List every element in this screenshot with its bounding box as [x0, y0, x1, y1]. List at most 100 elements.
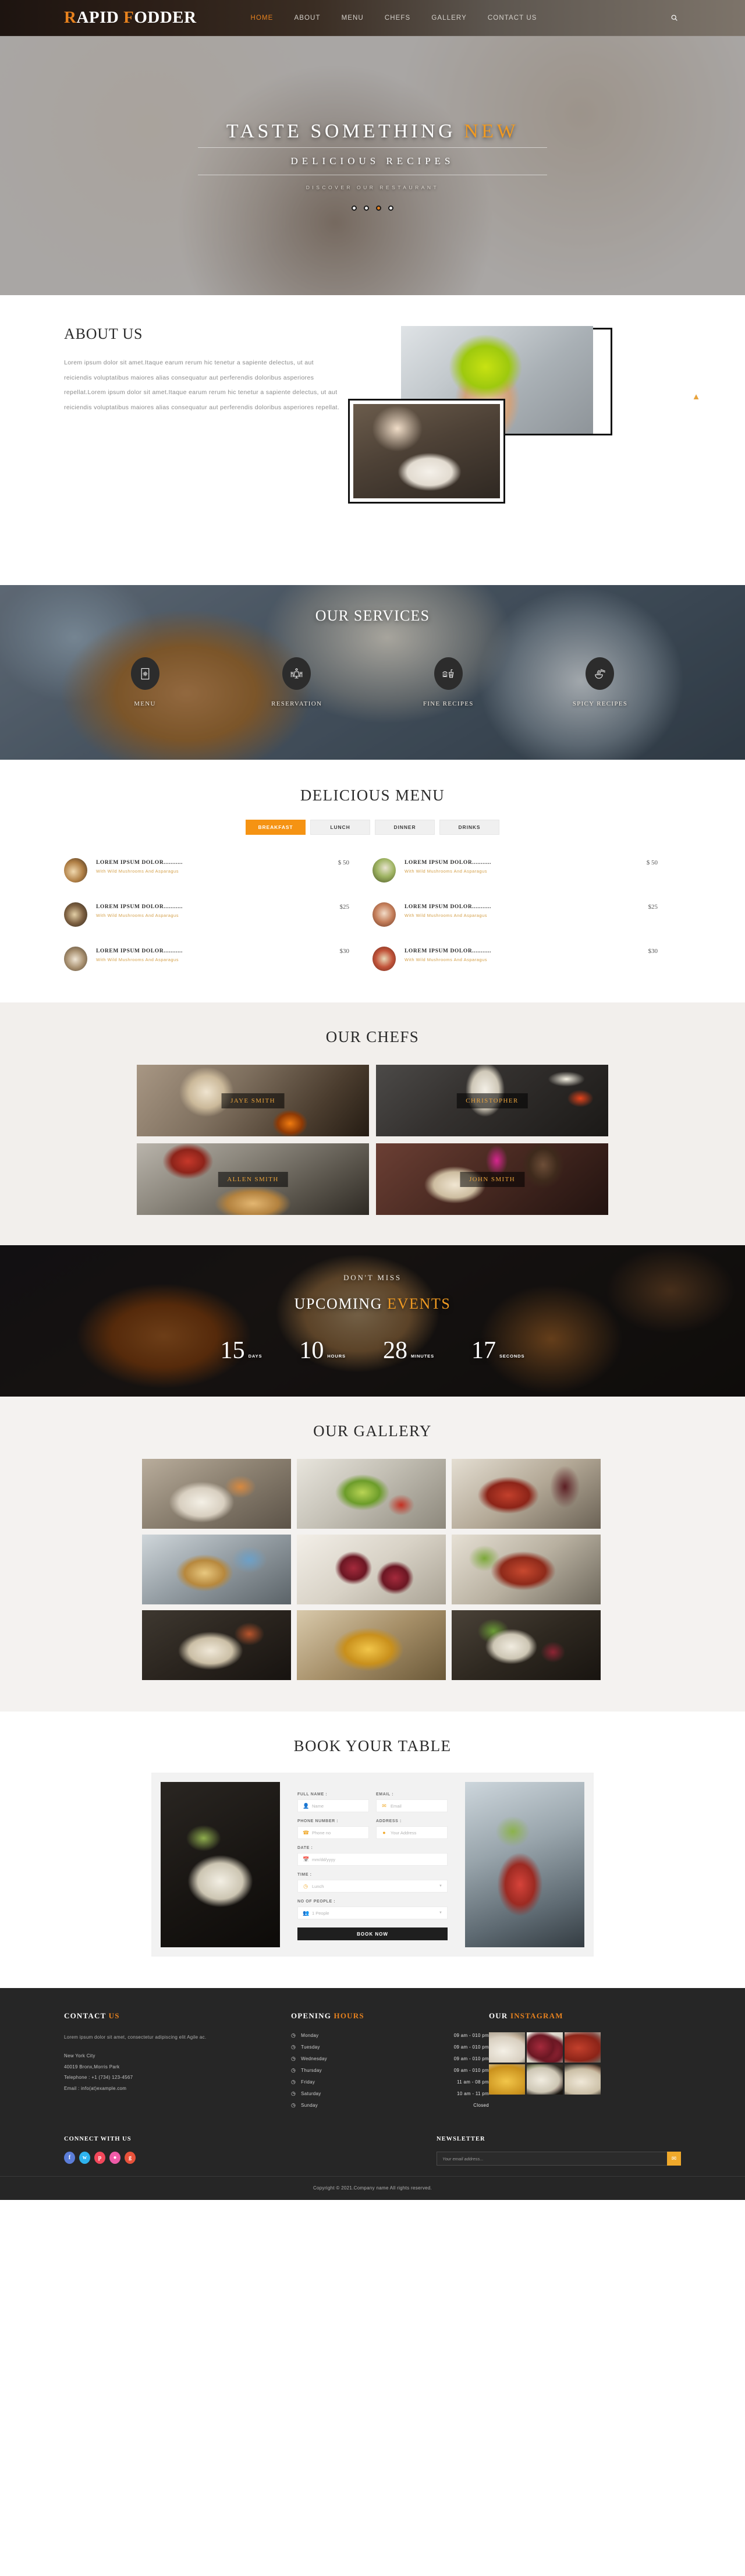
tab-dinner[interactable]: DINNER	[375, 820, 435, 835]
footer-instagram-heading: OUR INSTAGRAM	[489, 2011, 664, 2021]
logo-rapid: APID	[76, 8, 124, 27]
countdown-days: 15 DAYS	[221, 1338, 262, 1363]
label-full-name: FULL NAME :	[297, 1792, 328, 1797]
placeholder-phone-number: Phone no	[312, 1830, 331, 1836]
site-footer: CONTACT US Lorem ipsum dolor sit amet, c…	[0, 1988, 745, 2200]
menu-item[interactable]: LOREM IPSUM DOLOR........... With Wild M…	[64, 858, 372, 883]
value-time: Lunch	[312, 1883, 324, 1889]
nav-item-home[interactable]: HOME	[251, 15, 274, 22]
gallery-item[interactable]	[297, 1610, 446, 1680]
clock-icon: ◷	[291, 2032, 296, 2038]
menu-item-name: LOREM IPSUM DOLOR...........	[96, 948, 183, 954]
instagram-item[interactable]	[489, 2064, 525, 2095]
gallery-item[interactable]	[142, 1535, 291, 1604]
facebook-icon[interactable]: f	[64, 2152, 75, 2164]
hero-dot-3[interactable]	[376, 205, 381, 211]
menu-item[interactable]: LOREM IPSUM DOLOR........... With Wild M…	[64, 947, 372, 971]
dribbble-icon[interactable]: ●	[109, 2152, 120, 2164]
menu-item[interactable]: LOREM IPSUM DOLOR........... With Wild M…	[372, 902, 681, 927]
label-email: EMAIL :	[376, 1792, 394, 1797]
booking-photo-left	[161, 1782, 280, 1947]
instagram-item[interactable]	[489, 2032, 525, 2063]
hours-day: Monday	[301, 2033, 319, 2038]
hours-day: Tuesday	[301, 2044, 320, 2050]
instagram-item[interactable]	[565, 2032, 601, 2063]
gallery-item[interactable]	[297, 1535, 446, 1604]
footer-telephone: Telephone : +1 (734) 123-4567	[64, 2075, 133, 2081]
menu-item[interactable]: LOREM IPSUM DOLOR........... With Wild M…	[372, 947, 681, 971]
service-item-fine-recipes[interactable]: FINE RECIPES	[393, 657, 503, 707]
input-full-name[interactable]: 👤 Name	[297, 1799, 369, 1812]
nav-item-about[interactable]: ABOUT	[294, 15, 320, 22]
hours-row: ◷ Tuesday 09 am - 010 pm	[291, 2044, 489, 2050]
hours-row: ◷ Sunday Closed	[291, 2102, 489, 2109]
hours-time: Closed	[473, 2103, 489, 2108]
nav-item-chefs[interactable]: CHEFS	[385, 15, 410, 22]
select-no-of-people[interactable]: 👥 1 People ▼	[297, 1907, 448, 1919]
newsletter-submit-button[interactable]: ✉	[667, 2152, 681, 2166]
book-now-button[interactable]: BOOK NOW	[297, 1927, 448, 1940]
input-address[interactable]: ● Your Address	[376, 1826, 448, 1839]
countdown-seconds-value: 17	[471, 1337, 496, 1364]
menu-section: DELICIOUS MENU BREAKFAST LUNCH DINNER DR…	[0, 760, 745, 1002]
hours-time: 09 am - 010 pm	[453, 2056, 489, 2061]
twitter-icon[interactable]: w	[79, 2152, 90, 2164]
hero-slider: TASTE SOMETHING NEW DELICIOUS RECIPES DI…	[0, 36, 745, 295]
hero-dot-2[interactable]	[364, 205, 369, 211]
input-phone-number[interactable]: ☎ Phone no	[297, 1826, 369, 1839]
chef-card[interactable]: JOHN SMITH	[376, 1143, 608, 1215]
pinterest-icon[interactable]: p	[94, 2152, 105, 2164]
hours-row: ◷ Thursday 09 am - 010 pm	[291, 2067, 489, 2074]
instagram-item[interactable]	[565, 2064, 601, 2095]
nav-item-menu[interactable]: MENU	[342, 15, 364, 22]
tab-lunch[interactable]: LUNCH	[310, 820, 370, 835]
gallery-item[interactable]	[452, 1459, 601, 1529]
menu-item-thumbnail	[372, 902, 396, 927]
instagram-item[interactable]	[527, 2064, 563, 2095]
footer-newsletter-block: NEWSLETTER Your email address... ✉	[437, 2136, 681, 2166]
nav-item-contact-us[interactable]: CONTACT US	[488, 15, 537, 22]
gallery-item[interactable]	[142, 1459, 291, 1529]
newsletter-email-input[interactable]: Your email address...	[437, 2156, 667, 2162]
gallery-item[interactable]	[452, 1535, 601, 1604]
countdown-minutes-value: 28	[382, 1337, 407, 1364]
tab-breakfast[interactable]: BREAKFAST	[246, 820, 306, 835]
site-logo[interactable]: RAPID FODDER	[64, 8, 197, 27]
hours-time: 09 am - 010 pm	[453, 2044, 489, 2050]
menu-item[interactable]: LOREM IPSUM DOLOR........... With Wild M…	[64, 902, 372, 927]
hero-dot-4[interactable]	[388, 205, 393, 211]
instagram-item[interactable]	[527, 2032, 563, 2063]
gallery-item[interactable]	[452, 1610, 601, 1680]
chef-card[interactable]: CHRISTOPHER	[376, 1065, 608, 1136]
menu-item[interactable]: LOREM IPSUM DOLOR........... With Wild M…	[372, 858, 681, 883]
tab-drinks[interactable]: DRINKS	[439, 820, 499, 835]
service-item-reservation[interactable]: RESERVATION	[242, 657, 352, 707]
phone-icon: ☎	[303, 1829, 310, 1836]
footer-instagram-column: OUR INSTAGRAM	[489, 2011, 664, 2114]
menu-item-description: With Wild Mushrooms And Asparagus	[96, 957, 179, 962]
service-item-menu[interactable]: MENU	[90, 657, 200, 707]
gallery-item[interactable]	[142, 1610, 291, 1680]
menu-item-description: With Wild Mushrooms And Asparagus	[96, 869, 179, 874]
hours-day: Thursday	[301, 2068, 322, 2073]
instagram-grid	[489, 2032, 664, 2095]
input-email[interactable]: ✉ Email	[376, 1799, 448, 1812]
noodle-bowl-icon	[586, 657, 615, 690]
menu-item-name: LOREM IPSUM DOLOR...........	[405, 948, 492, 954]
hero-dot-1[interactable]	[352, 205, 357, 211]
select-time[interactable]: ◷ Lunch ▼	[297, 1880, 448, 1893]
gallery-grid	[142, 1459, 603, 1680]
chefs-grid: JAYE SMITH CHRISTOPHER ALLEN SMITH JOHN …	[137, 1065, 608, 1215]
social-links: f w p ● g	[64, 2152, 291, 2164]
gallery-item[interactable]	[297, 1459, 446, 1529]
scroll-to-top-icon[interactable]: ▲	[691, 392, 701, 405]
menu-item-name: LOREM IPSUM DOLOR...........	[96, 904, 183, 910]
search-icon[interactable]	[667, 11, 681, 25]
google-plus-icon[interactable]: g	[125, 2152, 136, 2164]
nav-item-gallery[interactable]: GALLERY	[431, 15, 467, 22]
chef-card[interactable]: JAYE SMITH	[137, 1065, 369, 1136]
service-item-spicy-recipes[interactable]: SPICY RECIPES	[545, 657, 655, 707]
input-date[interactable]: 📅 mm/dd/yyyy	[297, 1853, 448, 1866]
chef-card[interactable]: ALLEN SMITH	[137, 1143, 369, 1215]
placeholder-date: mm/dd/yyyy	[312, 1856, 336, 1862]
